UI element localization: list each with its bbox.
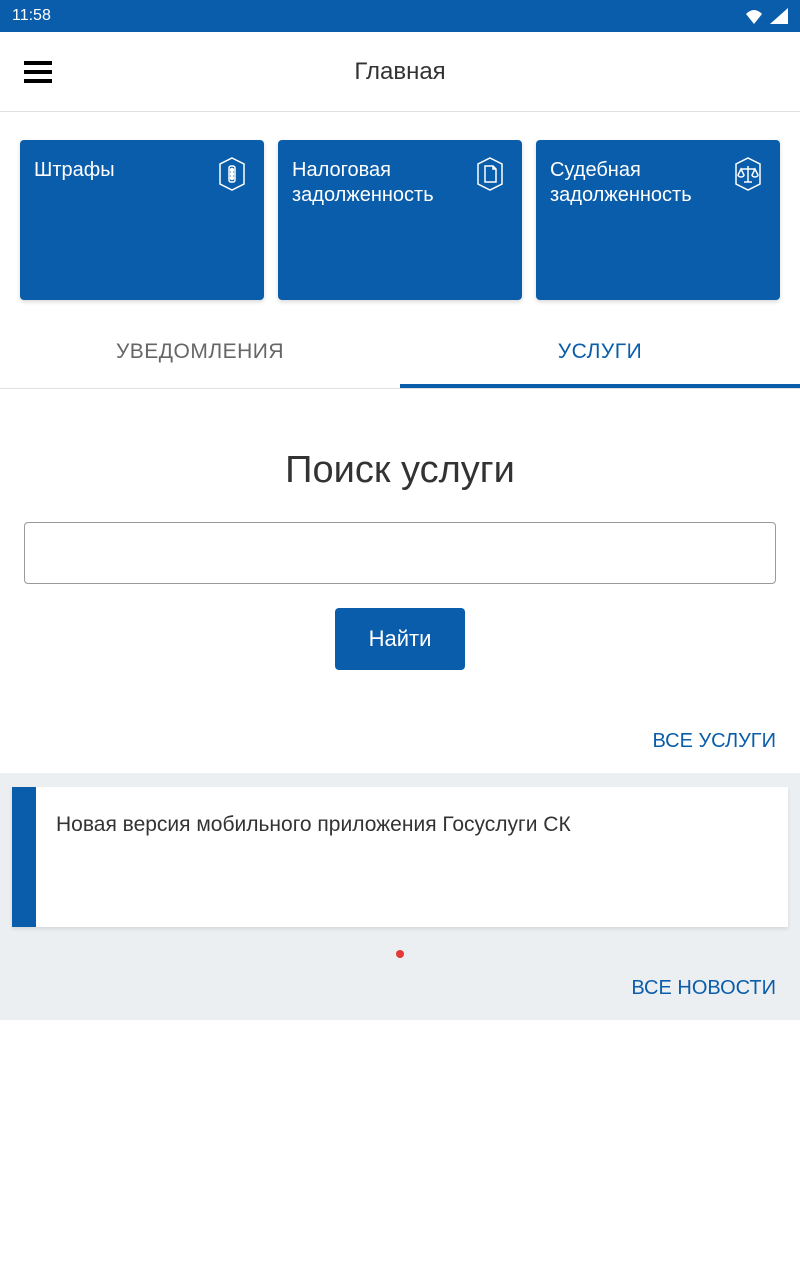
category-cards: Штрафы Налоговая задолженность Судебная … bbox=[0, 112, 800, 320]
card-court-debt[interactable]: Судебная задолженность bbox=[536, 140, 780, 300]
all-services-link[interactable]: ВСЕ УСЛУГИ bbox=[0, 710, 800, 773]
news-section: Новая версия мобильного приложения Госус… bbox=[0, 773, 800, 1020]
tab-notifications[interactable]: УВЕДОМЛЕНИЯ bbox=[0, 320, 400, 388]
app-header: Главная bbox=[0, 32, 800, 112]
dot-active[interactable] bbox=[396, 950, 404, 958]
tabs: УВЕДОМЛЕНИЯ УСЛУГИ bbox=[0, 320, 800, 389]
status-time: 11:58 bbox=[12, 7, 51, 25]
card-tax-debt[interactable]: Налоговая задолженность bbox=[278, 140, 522, 300]
scales-icon bbox=[730, 156, 766, 192]
news-text: Новая версия мобильного приложения Госус… bbox=[36, 787, 591, 927]
signal-icon bbox=[770, 8, 788, 24]
search-button[interactable]: Найти bbox=[335, 608, 466, 670]
status-icons bbox=[744, 8, 788, 24]
menu-button[interactable] bbox=[24, 61, 52, 83]
wifi-icon bbox=[744, 8, 764, 24]
news-card[interactable]: Новая версия мобильного приложения Госус… bbox=[12, 787, 788, 927]
tab-services[interactable]: УСЛУГИ bbox=[400, 320, 800, 388]
page-title: Главная bbox=[354, 58, 445, 86]
search-section: Поиск услуги Найти bbox=[0, 389, 800, 710]
search-input[interactable] bbox=[24, 522, 776, 584]
card-fines[interactable]: Штрафы bbox=[20, 140, 264, 300]
document-icon bbox=[472, 156, 508, 192]
traffic-light-icon bbox=[214, 156, 250, 192]
news-accent bbox=[12, 787, 36, 927]
status-bar: 11:58 bbox=[0, 0, 800, 32]
all-news-link[interactable]: ВСЕ НОВОСТИ bbox=[12, 971, 788, 1000]
carousel-dots bbox=[12, 927, 788, 971]
search-heading: Поиск услуги bbox=[24, 449, 776, 492]
